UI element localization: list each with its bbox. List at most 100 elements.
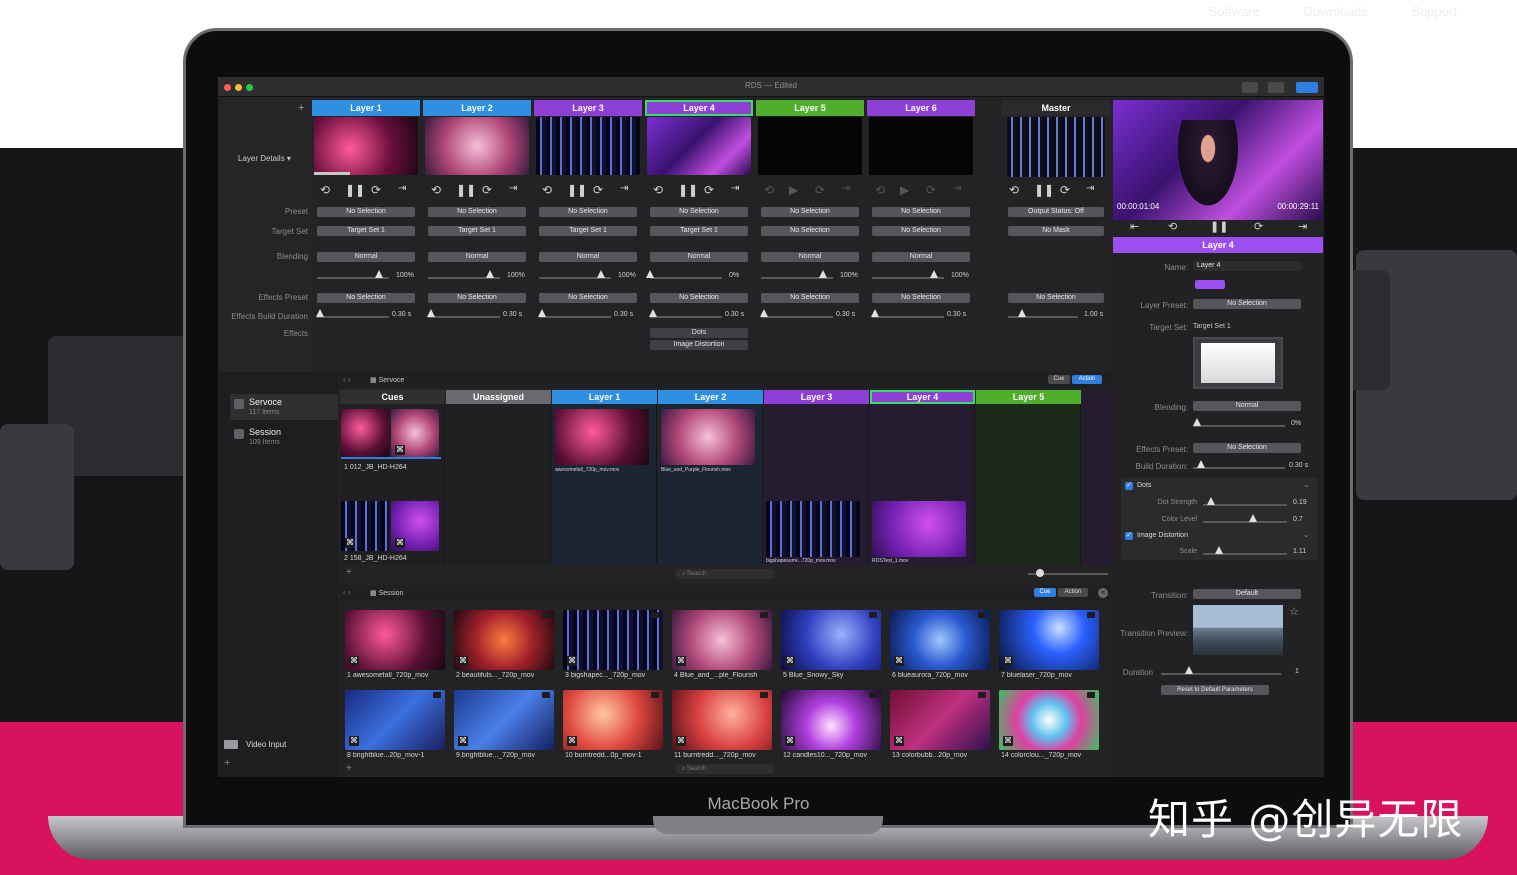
session-clip[interactable]: ⌘	[999, 690, 1099, 750]
pause-icon[interactable]: ❚❚	[456, 183, 476, 197]
layer4-clip[interactable]	[872, 501, 966, 557]
layer-header[interactable]: Layer 6	[867, 100, 975, 116]
restart-icon[interactable]: ⟲	[542, 183, 552, 197]
dots-checkbox[interactable]: ✓	[1125, 482, 1133, 490]
opacity-slider[interactable]	[650, 277, 722, 279]
preview-pause-icon[interactable]: ❚❚	[1210, 220, 1228, 233]
cue-column-header[interactable]: Unassigned	[446, 390, 551, 404]
nav-downloads[interactable]: Downloads	[1304, 4, 1368, 19]
clear-layer-icon[interactable]: ⇥	[842, 183, 850, 194]
session-clip[interactable]: ⌘	[890, 610, 990, 670]
toolbar-share-button[interactable]	[1242, 82, 1258, 93]
cue-column-header[interactable]: Cues	[340, 390, 445, 404]
inspector-layer-preset-select[interactable]: No Selection	[1193, 299, 1301, 309]
layer-header[interactable]: Layer 4	[645, 100, 753, 116]
blending-select[interactable]: Normal	[872, 252, 970, 262]
inspector-opacity-knob[interactable]	[1193, 418, 1201, 426]
inspector-opacity-slider[interactable]	[1193, 425, 1285, 427]
build-duration-knob[interactable]	[760, 309, 768, 317]
sidebar-item-servoce[interactable]: Servoce 117 Items	[230, 394, 338, 420]
layer2-clip[interactable]	[661, 409, 755, 465]
session-cue-button[interactable]: Cue	[1034, 588, 1056, 597]
color-level-knob[interactable]	[1249, 514, 1257, 522]
layer-thumbnail[interactable]	[536, 117, 640, 175]
inspector-build-duration-knob[interactable]	[1197, 460, 1205, 468]
transition-select[interactable]: Default	[1193, 589, 1301, 599]
target-set-select[interactable]: Target Set 1	[317, 226, 415, 236]
restart-icon[interactable]: ⟲	[875, 183, 885, 197]
session-clip[interactable]: ⌘	[563, 690, 663, 750]
clip-menu-icon[interactable]	[433, 612, 441, 618]
master-restart-icon[interactable]: ⟲	[1009, 183, 1019, 197]
preset-select[interactable]: No Selection	[761, 207, 859, 217]
clear-layer-icon[interactable]: ⇥	[953, 183, 961, 194]
preview-forward-icon[interactable]: ⟳	[1254, 220, 1263, 233]
add-playlist-icon[interactable]: +	[224, 757, 230, 769]
add-cue-icon[interactable]: +	[346, 567, 352, 578]
forward-icon[interactable]: ⟳	[593, 183, 603, 197]
clear-layer-icon[interactable]: ⇥	[731, 183, 739, 194]
restart-icon[interactable]: ⟲	[431, 183, 441, 197]
build-duration-slider[interactable]	[428, 316, 500, 318]
session-action-button[interactable]: Action	[1058, 588, 1088, 597]
opacity-knob[interactable]	[596, 270, 605, 278]
build-duration-knob[interactable]	[427, 309, 435, 317]
session-close-icon[interactable]: ×	[1098, 588, 1108, 598]
clip-menu-icon[interactable]	[978, 612, 986, 618]
master-duration-knob[interactable]	[1018, 309, 1026, 317]
clip-menu-icon[interactable]	[1087, 612, 1095, 618]
inspector-effects-preset-select[interactable]: No Selection	[1193, 443, 1301, 453]
cue-column-header[interactable]: Layer 4	[870, 390, 975, 404]
add-layer-icon[interactable]: +	[298, 102, 304, 114]
target-set-select[interactable]: No Selection	[872, 226, 970, 236]
nav-support[interactable]: Support	[1411, 4, 1457, 19]
session-clip[interactable]: ⌘	[672, 690, 772, 750]
scale-knob[interactable]	[1215, 546, 1223, 554]
master-clear-icon[interactable]: ⇥	[1086, 183, 1094, 194]
opacity-knob[interactable]	[818, 270, 827, 278]
clip-menu-icon[interactable]	[1087, 692, 1095, 698]
opacity-knob[interactable]	[374, 270, 383, 278]
layer-header[interactable]: Layer 5	[756, 100, 864, 116]
session-clip[interactable]: ⌘	[454, 690, 554, 750]
preset-select[interactable]: No Selection	[428, 207, 526, 217]
effects-preset-select[interactable]: No Selection	[428, 293, 526, 303]
effects-preset-select[interactable]: No Selection	[761, 293, 859, 303]
layer-thumbnail[interactable]	[647, 117, 751, 175]
build-duration-slider[interactable]	[761, 316, 833, 318]
dot-strength-knob[interactable]	[1207, 497, 1215, 505]
distortion-chevron-icon[interactable]: ⌄	[1303, 530, 1310, 539]
session-clip[interactable]: ⌘	[999, 610, 1099, 670]
effects-preset-select[interactable]: No Selection	[317, 293, 415, 303]
effect-chip[interactable]: Image Distortion	[650, 340, 748, 350]
preview-prev-icon[interactable]: ⇤	[1130, 220, 1139, 233]
cue-column-body[interactable]	[446, 404, 551, 564]
clip-menu-icon[interactable]	[433, 692, 441, 698]
add-session-clip-icon[interactable]: +	[346, 763, 352, 774]
session-back-forward-icon[interactable]: ‹ ›	[343, 588, 351, 597]
cue-1[interactable]: ⌘	[341, 409, 441, 459]
transition-duration-knob[interactable]	[1185, 666, 1193, 674]
build-duration-knob[interactable]	[871, 309, 879, 317]
inspector-name-field[interactable]: Layer 4	[1193, 261, 1301, 271]
master-pause-icon[interactable]: ❚❚	[1034, 183, 1054, 197]
transition-duration-slider[interactable]	[1161, 673, 1281, 675]
clip-menu-icon[interactable]	[542, 612, 550, 618]
session-clip[interactable]: ⌘	[890, 690, 990, 750]
inspector-blending-select[interactable]: Normal	[1193, 401, 1301, 411]
restart-icon[interactable]: ⟲	[320, 183, 330, 197]
forward-icon[interactable]: ⟳	[371, 183, 381, 197]
play-icon[interactable]: ▶	[789, 183, 798, 197]
blending-select[interactable]: Normal	[539, 252, 637, 262]
forward-icon[interactable]: ⟳	[482, 183, 492, 197]
cue-search-input[interactable]: ⌕ Search	[676, 569, 774, 579]
clear-layer-icon[interactable]: ⇥	[398, 183, 406, 194]
cue-column-header[interactable]: Layer 5	[976, 390, 1081, 404]
preset-select[interactable]: No Selection	[539, 207, 637, 217]
opacity-knob[interactable]	[485, 270, 494, 278]
restart-icon[interactable]: ⟲	[653, 183, 663, 197]
pause-icon[interactable]: ❚❚	[567, 183, 587, 197]
target-set-select[interactable]: Target Set 1	[539, 226, 637, 236]
forward-icon[interactable]: ⟳	[704, 183, 714, 197]
layer-header[interactable]: Layer 3	[534, 100, 642, 116]
